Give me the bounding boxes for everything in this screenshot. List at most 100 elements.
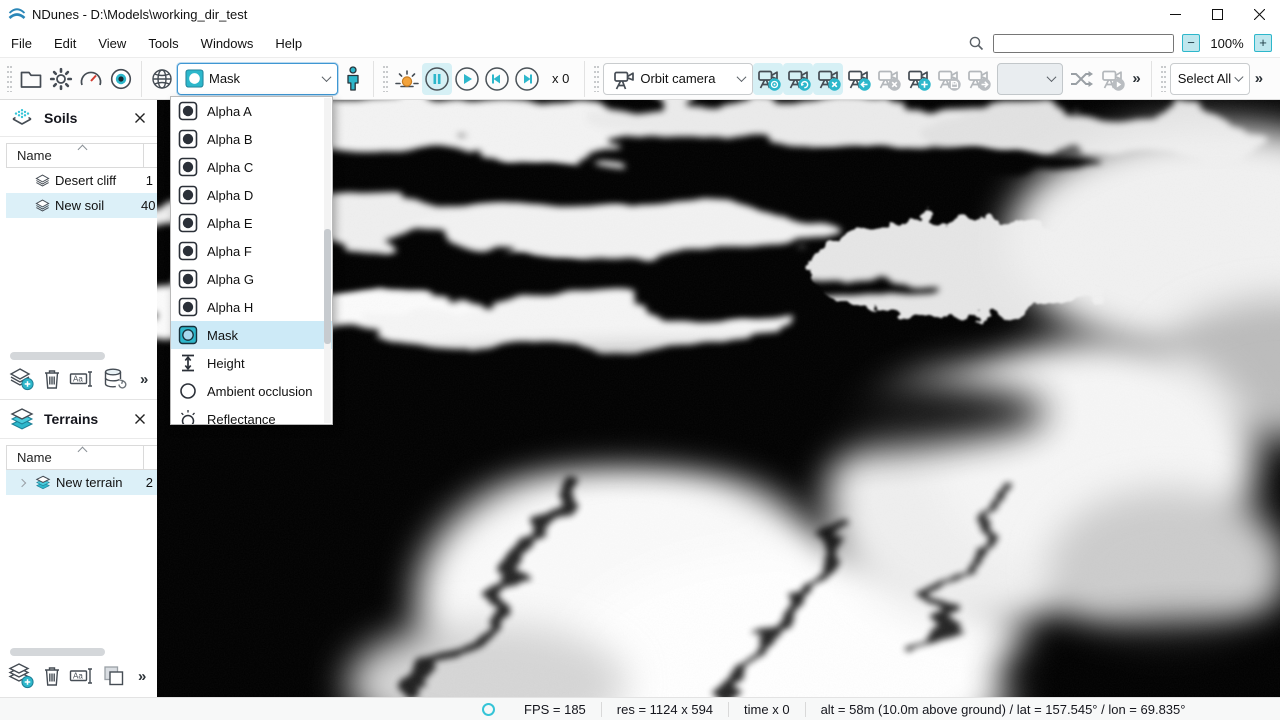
titlebar: NDunes - D:\Models\working_dir_test	[0, 0, 1280, 29]
toolbar-separator	[1151, 61, 1152, 97]
delete-terrain-button[interactable]	[42, 665, 62, 687]
terrains-horizontal-scrollbar[interactable]	[10, 648, 147, 656]
rename-soil-button[interactable]: Aa	[69, 369, 95, 389]
camera-next-button[interactable]	[963, 63, 993, 95]
toolbar-grip[interactable]	[7, 66, 12, 92]
camera-preset-combo[interactable]	[997, 63, 1063, 95]
layer-option-alpha-f[interactable]: Alpha F	[171, 237, 332, 265]
layer-option-alpha-a[interactable]: Alpha A	[171, 97, 332, 125]
soil-row-desert-cliff[interactable]: Desert cliff 1	[6, 168, 157, 193]
toolbar-separator	[584, 61, 585, 97]
popup-scrollbar-thumb[interactable]	[324, 229, 331, 344]
alpha-channel-icon	[178, 269, 198, 289]
alpha-channel-icon	[178, 241, 198, 261]
close-button[interactable]	[1238, 0, 1280, 29]
sidebar: Soils Name Desert cliff	[0, 100, 157, 697]
scrollbar-thumb[interactable]	[10, 648, 105, 656]
terrains-panel: Terrains Name	[0, 400, 157, 697]
open-working-dir-button[interactable]	[16, 63, 46, 95]
soils-panel-close-button[interactable]	[133, 111, 147, 125]
play-time-button[interactable]	[452, 63, 482, 95]
pause-time-button[interactable]	[422, 63, 452, 95]
option-label: Alpha D	[207, 188, 253, 203]
duplicate-terrain-button[interactable]	[102, 664, 126, 688]
layer-option-height[interactable]: Height	[171, 349, 332, 377]
shuffle-cameras-button[interactable]	[1067, 63, 1097, 95]
database-sync-button[interactable]	[102, 367, 128, 391]
terrains-panel-close-button[interactable]	[133, 412, 147, 426]
zoom-in-button[interactable]: +	[1254, 34, 1272, 52]
maximize-button[interactable]	[1196, 0, 1238, 29]
terrains-tools-overflow[interactable]: »	[133, 668, 151, 685]
terrain-icon	[35, 475, 51, 490]
camera-previous-button[interactable]	[843, 63, 873, 95]
rename-terrain-button[interactable]: Aa	[69, 666, 95, 686]
add-soil-button[interactable]	[8, 367, 35, 391]
soils-name-column-header[interactable]: Name	[6, 143, 157, 168]
camera-save-button[interactable]	[933, 63, 963, 95]
selection-mode-combo[interactable]: Select All	[1170, 63, 1250, 95]
camera-add-icon	[905, 66, 932, 92]
camera-combo[interactable]: Orbit camera	[603, 63, 753, 95]
minimize-button[interactable]	[1154, 0, 1196, 29]
render-view-button[interactable]	[106, 63, 136, 95]
camera-delete-button[interactable]	[873, 63, 903, 95]
settings-button[interactable]	[46, 63, 76, 95]
folder-icon	[19, 68, 43, 90]
terrain-row-new-terrain[interactable]: New terrain 2	[6, 470, 157, 495]
toolbar-grip[interactable]	[594, 66, 599, 92]
layer-option-alpha-e[interactable]: Alpha E	[171, 209, 332, 237]
soils-tools-overflow[interactable]: »	[135, 371, 153, 388]
menu-edit[interactable]: Edit	[43, 29, 87, 57]
layer-option-reflectance[interactable]: Reflectance	[171, 405, 332, 425]
add-terrain-button[interactable]	[8, 663, 35, 689]
character-mode-button[interactable]	[338, 63, 368, 95]
expand-chevron-icon[interactable]	[14, 480, 30, 486]
camera-add-button[interactable]	[903, 63, 933, 95]
delete-soil-button[interactable]	[42, 368, 62, 390]
layer-option-alpha-h[interactable]: Alpha H	[171, 293, 332, 321]
camera-reset-button[interactable]	[783, 63, 813, 95]
close-icon	[1254, 9, 1265, 20]
layer-option-alpha-c[interactable]: Alpha C	[171, 153, 332, 181]
performance-button[interactable]	[76, 63, 106, 95]
layer-option-ambient-occlusion[interactable]: Ambient occlusion	[171, 377, 332, 405]
layer-option-alpha-b[interactable]: Alpha B	[171, 125, 332, 153]
terrains-name-column-header[interactable]: Name	[6, 445, 157, 470]
menu-file[interactable]: File	[0, 29, 43, 57]
zoom-out-button[interactable]: −	[1182, 34, 1200, 52]
daylight-button[interactable]	[392, 63, 422, 95]
soils-horizontal-scrollbar[interactable]	[10, 352, 147, 360]
chevron-down-icon	[1235, 73, 1244, 82]
time-step-forward-button[interactable]	[512, 63, 542, 95]
soil-value: 1	[146, 173, 157, 188]
world-button[interactable]	[147, 63, 177, 95]
toolbar-grip[interactable]	[1161, 66, 1166, 92]
column-label: Name	[17, 148, 52, 163]
menu-tools[interactable]: Tools	[137, 29, 189, 57]
camera-target-button[interactable]	[753, 63, 783, 95]
sort-ascending-icon	[78, 145, 88, 155]
camera-target-icon	[755, 66, 782, 92]
terrains-count-column-header[interactable]	[143, 446, 157, 469]
camera-remove-button[interactable]	[813, 63, 843, 95]
camera-play-path-button[interactable]	[1097, 63, 1127, 95]
menu-windows[interactable]: Windows	[190, 29, 265, 57]
option-label: Alpha H	[207, 300, 253, 315]
layer-option-alpha-d[interactable]: Alpha D	[171, 181, 332, 209]
time-step-back-button[interactable]	[482, 63, 512, 95]
soil-row-new-soil[interactable]: New soil 40	[6, 193, 157, 218]
toolbar-grip[interactable]	[383, 66, 388, 92]
layer-option-mask[interactable]: Mask	[171, 321, 332, 349]
option-label: Alpha C	[207, 160, 253, 175]
selection-toolbar-overflow[interactable]: »	[1250, 70, 1268, 87]
scrollbar-thumb[interactable]	[10, 352, 105, 360]
search-input[interactable]	[993, 34, 1174, 53]
soils-count-column-header[interactable]	[143, 144, 157, 167]
menu-help[interactable]: Help	[264, 29, 313, 57]
camera-toolbar-overflow[interactable]: »	[1127, 70, 1145, 87]
layer-combo[interactable]: Mask	[177, 63, 338, 95]
alpha-channel-icon	[178, 185, 198, 205]
layer-option-alpha-g[interactable]: Alpha G	[171, 265, 332, 293]
menu-view[interactable]: View	[87, 29, 137, 57]
